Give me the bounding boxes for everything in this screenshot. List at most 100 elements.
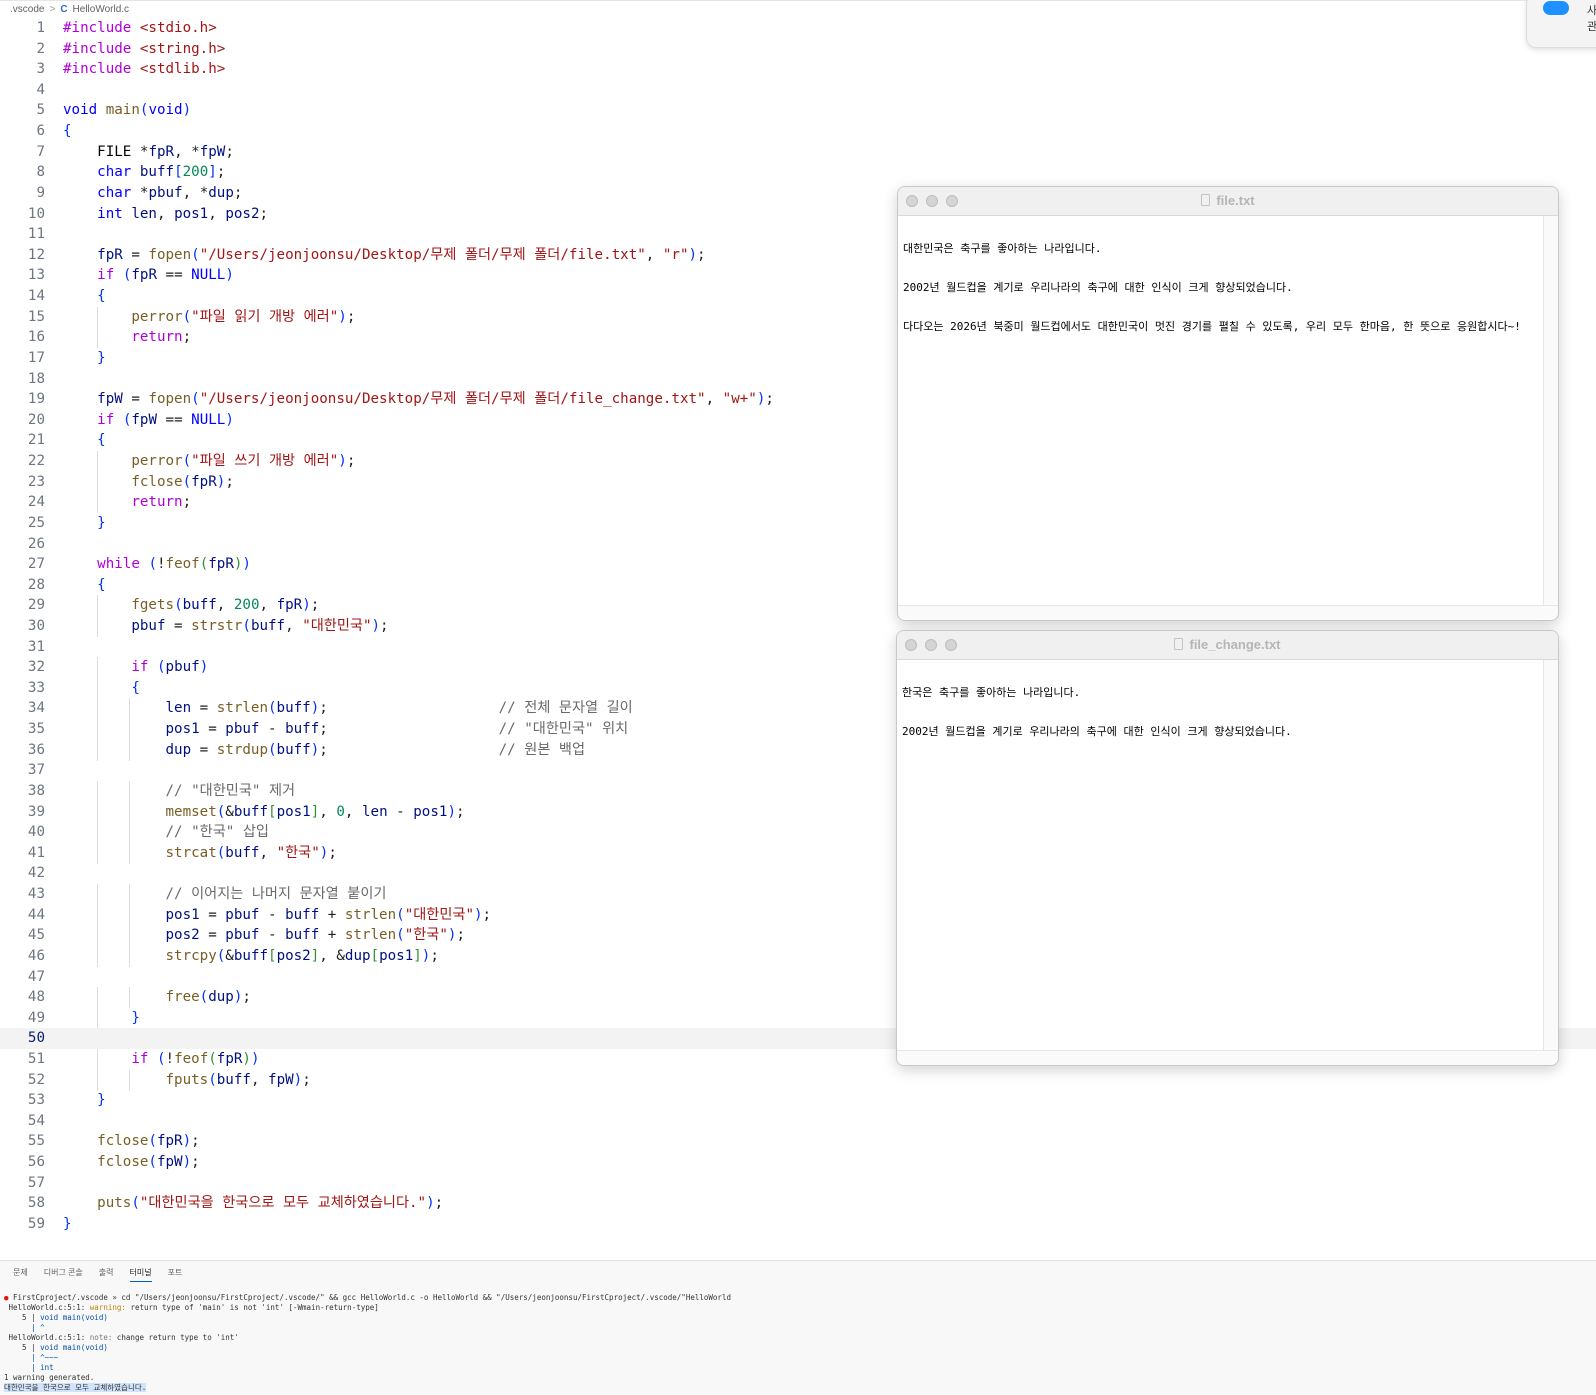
code-line[interactable]: 5 void main(void)	[0, 100, 1596, 121]
window-titlebar[interactable]: file_change.txt	[897, 631, 1558, 660]
code-text: return;	[131, 329, 192, 346]
line-number: 53	[27, 1092, 45, 1109]
terminal-fix-line: | int	[4, 1363, 54, 1372]
tab-ports[interactable]: 포트	[168, 1267, 183, 1282]
line-number: 47	[27, 968, 45, 985]
line-number: 4	[36, 81, 45, 98]
line-number: 55	[27, 1133, 45, 1150]
line-number: 50	[27, 1030, 45, 1047]
terminal-program-output: 대한민국을 한국으로 모두 교체하였습니다.	[4, 1383, 147, 1392]
horizontal-scrollbar[interactable]	[897, 1050, 1558, 1065]
line-number: 33	[27, 679, 45, 696]
code-text: if (fpW == NULL)	[97, 411, 234, 428]
code-line[interactable]: 1 #include <stdio.h>	[0, 18, 1596, 39]
breadcrumb-file[interactable]: HelloWorld.c	[73, 4, 130, 15]
line-number: 32	[27, 659, 45, 676]
terminal-tilde-line: | ^~~~	[4, 1353, 59, 1362]
vertical-scrollbar[interactable]	[1543, 216, 1558, 606]
c-file-icon: C	[60, 4, 68, 15]
code-text: strcpy(&buff[pos2], &dup[pos1]);	[165, 947, 439, 964]
code-text: pos1 = pbuf - buff; // "대한민국" 위치	[165, 721, 629, 738]
code-line[interactable]: 52 fputs(buff, fpW);	[0, 1069, 1596, 1091]
panel-tabs: 문제 디버그 콘솔 출력 터미널 포트	[13, 1267, 182, 1282]
document-icon	[1201, 194, 1211, 206]
line-number: 43	[27, 886, 45, 903]
line-number: 7	[36, 143, 45, 160]
error-status-icon: ●	[4, 1293, 9, 1302]
code-line[interactable]: 53 }	[0, 1090, 1596, 1111]
code-text: }	[97, 349, 106, 366]
line-number: 22	[27, 453, 45, 470]
code-line[interactable]: 8 char buff[200];	[0, 162, 1596, 183]
terminal-output[interactable]: ● FirstCproject/.vscode » cd "/Users/jeo…	[4, 1293, 731, 1393]
file-txt-window[interactable]: file.txt 대한민국은 축구를 좋아하는 나라입니다. 2002년 월드컵…	[897, 186, 1559, 621]
line-number: 20	[27, 411, 45, 428]
line-number: 13	[27, 267, 45, 284]
code-line[interactable]: 56 fclose(fpW);	[0, 1152, 1596, 1173]
line-number: 1	[36, 20, 45, 36]
tab-terminal[interactable]: 터미널	[129, 1267, 152, 1282]
notification-popup[interactable]: 사관	[1526, 0, 1596, 48]
line-number: 15	[27, 308, 45, 325]
line-number: 56	[27, 1154, 45, 1171]
line-number: 31	[27, 638, 45, 655]
tab-problems[interactable]: 문제	[13, 1267, 28, 1282]
breadcrumb-separator: >	[49, 4, 56, 15]
vertical-scrollbar[interactable]	[1543, 660, 1558, 1051]
line-number: 8	[36, 164, 45, 181]
code-text: }	[131, 1009, 140, 1026]
code-line[interactable]: 55 fclose(fpR);	[0, 1131, 1596, 1152]
terminal-note-line: HelloWorld.c:5:1: note: change return ty…	[8, 1333, 239, 1342]
code-text: fpW = fopen("/Users/jeonjoonsu/Desktop/무…	[97, 391, 774, 408]
line-number: 41	[27, 844, 45, 861]
window-title: file_change.txt	[897, 631, 1558, 659]
line-number: 28	[27, 576, 45, 593]
code-text: #include <string.h>	[63, 40, 226, 57]
line-number: 26	[27, 535, 45, 552]
file-change-txt-content[interactable]: 한국은 축구를 좋아하는 나라입니다. 2002년 월드컵을 계기로 우리나라의…	[897, 660, 1544, 1051]
code-line[interactable]: 2 #include <string.h>	[0, 39, 1596, 60]
file-change-txt-window[interactable]: file_change.txt 한국은 축구를 좋아하는 나라입니다. 2002…	[896, 630, 1559, 1066]
code-text: strcat(buff, "한국");	[165, 844, 337, 861]
code-text: void main(void)	[63, 102, 192, 119]
line-number: 40	[27, 824, 45, 841]
window-titlebar[interactable]: file.txt	[898, 187, 1558, 216]
code-text: // "한국" 삽입	[165, 824, 269, 841]
code-line[interactable]: 3 #include <stdlib.h>	[0, 59, 1596, 80]
tab-output[interactable]: 출력	[99, 1267, 114, 1282]
code-text: pos1 = pbuf - buff + strlen("대한민국");	[165, 906, 492, 923]
line-number: 38	[27, 782, 45, 799]
code-line[interactable]: 58 puts("대한민국을 한국으로 모두 교체하였습니다.");	[0, 1193, 1596, 1214]
line-number: 46	[27, 947, 45, 964]
line-number: 57	[27, 1174, 45, 1191]
code-line[interactable]: 57	[0, 1173, 1596, 1194]
code-line[interactable]: 59}	[0, 1214, 1596, 1235]
code-text: {	[97, 288, 106, 305]
code-text: dup = strdup(buff); // 원본 백업	[165, 741, 586, 758]
text-line: 2002년 월드컵을 계기로 우리나라의 축구에 대한 인식이 크게 향상되었습…	[903, 281, 1293, 294]
window-title: file.txt	[898, 187, 1558, 215]
line-number: 48	[27, 989, 45, 1006]
horizontal-scrollbar[interactable]	[898, 605, 1558, 620]
code-text: {	[63, 123, 72, 140]
code-text: if (fpR == NULL)	[97, 267, 234, 284]
tab-debug-console[interactable]: 디버그 콘솔	[44, 1267, 83, 1282]
line-number: 58	[27, 1195, 45, 1212]
line-number: 23	[27, 473, 45, 490]
code-line[interactable]: 54	[0, 1111, 1596, 1132]
line-number: 52	[27, 1071, 45, 1088]
line-number: 18	[27, 370, 45, 387]
code-text: #include <stdio.h>	[63, 20, 217, 36]
file-txt-content[interactable]: 대한민국은 축구를 좋아하는 나라입니다. 2002년 월드컵을 계기로 우리나…	[898, 216, 1544, 606]
line-number: 25	[27, 514, 45, 531]
code-text: fgets(buff, 200, fpR);	[131, 597, 320, 614]
line-number: 36	[27, 741, 45, 758]
line-number: 51	[27, 1051, 45, 1067]
line-number: 19	[27, 391, 45, 408]
code-line[interactable]: 4	[0, 80, 1596, 101]
code-text: while (!feof(fpR))	[97, 556, 251, 573]
code-line[interactable]: 6{	[0, 121, 1596, 142]
code-text: }	[63, 1215, 72, 1232]
breadcrumb-folder[interactable]: .vscode	[10, 4, 44, 15]
code-line[interactable]: 7 FILE *fpR, *fpW;	[0, 142, 1596, 163]
